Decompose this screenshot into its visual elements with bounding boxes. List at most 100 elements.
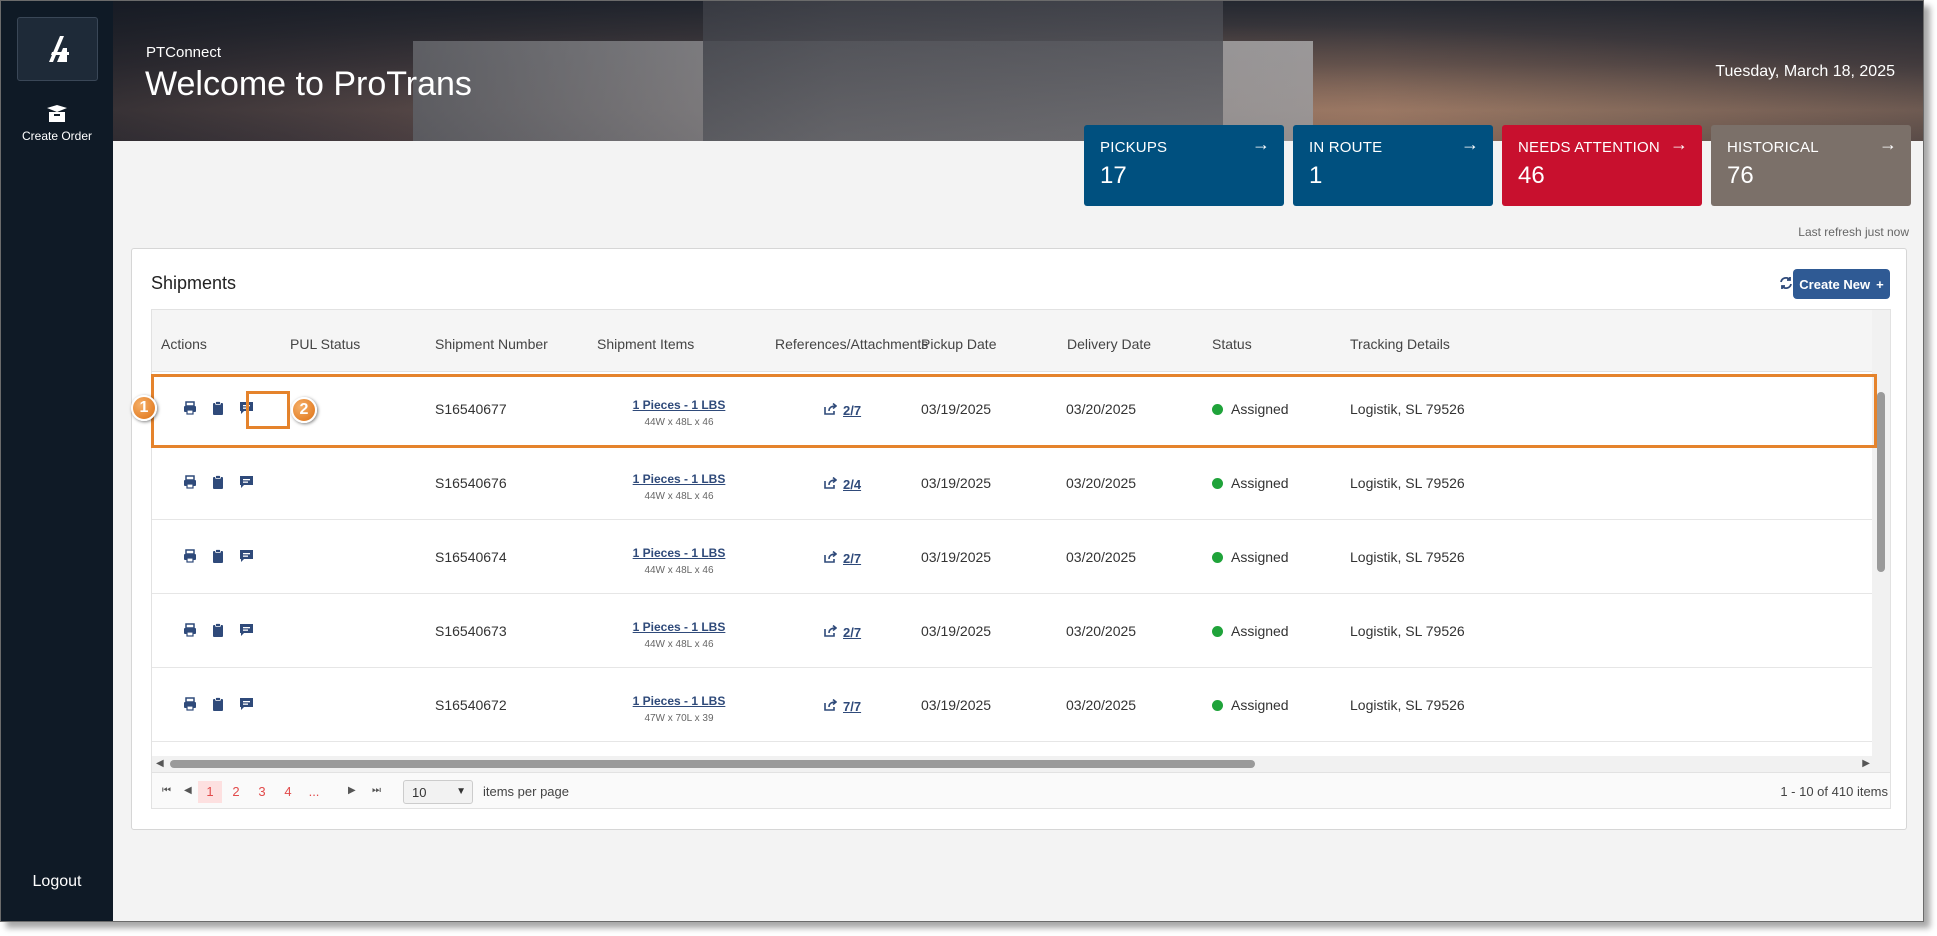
table-row[interactable]: S16540672 1 Pieces - 1 LBS 47W x 70L x 39 7…: [152, 668, 1874, 742]
message-icon[interactable]: [238, 548, 254, 564]
column-header-pul-status[interactable]: PUL Status: [290, 336, 360, 352]
share-icon: [824, 550, 838, 566]
shipments-title: Shipments: [151, 273, 237, 293]
shipment-number: S16540673: [435, 623, 507, 639]
clipboard-icon[interactable]: [210, 400, 226, 416]
clipboard-icon[interactable]: [210, 548, 226, 564]
status-cell: Assigned: [1212, 623, 1289, 639]
shipment-dims: 44W x 48L x 46: [644, 639, 714, 650]
tracking-details: Logistik, SL 79526: [1350, 549, 1465, 565]
status-text: Assigned: [1231, 697, 1289, 713]
app-window: Create Order Logout PTConnect Welcome to…: [0, 0, 1924, 922]
page-more[interactable]: ...: [302, 781, 326, 803]
table-row[interactable]: S16540673 1 Pieces - 1 LBS 44W x 48L x 46 2…: [152, 594, 1874, 668]
print-icon[interactable]: [182, 400, 198, 416]
shipments-grid: Actions PUL Status Shipment Number Shipm…: [151, 309, 1891, 809]
status-tiles: PICKUPS 17 → IN ROUTE 1 → NEEDS ATTENTIO…: [1084, 125, 1911, 206]
message-icon[interactable]: [238, 400, 254, 416]
shipment-items-link[interactable]: 1 Pieces - 1 LBS: [633, 546, 726, 560]
tracking-details: Logistik, SL 79526: [1350, 623, 1465, 639]
status-cell: Assigned: [1212, 401, 1289, 417]
column-header-shipment-number[interactable]: Shipment Number: [435, 336, 548, 352]
pickup-date: 03/19/2025: [921, 401, 992, 417]
pickup-date: 03/19/2025: [921, 623, 992, 639]
shipment-items-link[interactable]: 1 Pieces - 1 LBS: [633, 694, 726, 708]
shipment-items-link[interactable]: 1 Pieces - 1 LBS: [633, 472, 726, 486]
logout-button[interactable]: Logout: [1, 873, 113, 891]
prev-page-icon[interactable]: ◀: [184, 785, 192, 796]
column-header-tracking[interactable]: Tracking Details: [1350, 336, 1450, 352]
protrans-logo-icon[interactable]: [17, 17, 98, 81]
vertical-scrollbar[interactable]: [1872, 310, 1890, 770]
tile-pickups[interactable]: PICKUPS 17 →: [1084, 125, 1284, 206]
status-text: Assigned: [1231, 549, 1289, 565]
references-link[interactable]: 2/7: [824, 550, 861, 566]
shipment-number: S16540676: [435, 475, 507, 491]
message-icon[interactable]: [238, 474, 254, 490]
print-icon[interactable]: [182, 622, 198, 638]
column-header-shipment-items[interactable]: Shipment Items: [597, 336, 694, 352]
page-title: Welcome to ProTrans: [145, 65, 472, 103]
references-link[interactable]: 7/7: [824, 698, 861, 714]
grid-header: Actions PUL Status Shipment Number Shipm…: [152, 310, 1874, 372]
status-cell: Assigned: [1212, 475, 1289, 491]
page-1[interactable]: 1: [198, 781, 222, 803]
shipment-items-link[interactable]: 1 Pieces - 1 LBS: [633, 620, 726, 634]
create-new-button[interactable]: Create New +: [1793, 269, 1890, 299]
app-subtitle: PTConnect: [146, 44, 222, 61]
references-link[interactable]: 2/7: [824, 402, 861, 418]
table-row[interactable]: S16540676 1 Pieces - 1 LBS 44W x 48L x 46 2…: [152, 446, 1874, 520]
callout-2: 2: [291, 397, 317, 423]
shipment-number: S16540677: [435, 401, 507, 417]
status-text: Assigned: [1231, 401, 1289, 417]
status-cell: Assigned: [1212, 549, 1289, 565]
box-icon: [47, 105, 67, 122]
pickup-date: 03/19/2025: [921, 697, 992, 713]
print-icon[interactable]: [182, 548, 198, 564]
shipment-dims: 44W x 48L x 46: [644, 565, 714, 576]
current-date: Tuesday, March 18, 2025: [1715, 63, 1895, 80]
shipment-items-link[interactable]: 1 Pieces - 1 LBS: [633, 398, 726, 412]
last-page-icon[interactable]: ⏭: [372, 785, 381, 796]
clipboard-icon[interactable]: [210, 622, 226, 638]
next-page-icon[interactable]: ▶: [348, 785, 356, 796]
table-row[interactable]: S16540674 1 Pieces - 1 LBS 44W x 48L x 46 2…: [152, 520, 1874, 594]
shipment-number: S16540672: [435, 697, 507, 713]
print-icon[interactable]: [182, 474, 198, 490]
status-dot-icon: [1212, 404, 1223, 415]
tile-historical[interactable]: HISTORICAL 76 →: [1711, 125, 1911, 206]
status-dot-icon: [1212, 700, 1223, 711]
tile-in-route[interactable]: IN ROUTE 1 →: [1293, 125, 1493, 206]
shipment-number: S16540674: [435, 549, 507, 565]
page-size-select[interactable]: 10 ▼: [403, 780, 473, 804]
clipboard-icon[interactable]: [210, 474, 226, 490]
column-header-pickup-date[interactable]: Pickup Date: [921, 336, 996, 352]
status-text: Assigned: [1231, 623, 1289, 639]
shipment-dims: 44W x 48L x 46: [644, 417, 714, 428]
first-page-icon[interactable]: ⏮: [162, 785, 171, 796]
scroll-right-icon[interactable]: ▶: [1862, 758, 1870, 769]
page-3[interactable]: 3: [250, 781, 274, 803]
tile-needs-attention[interactable]: NEEDS ATTENTION 46 →: [1502, 125, 1702, 206]
sidebar-item-create-order[interactable]: Create Order: [1, 105, 113, 143]
page-2[interactable]: 2: [224, 781, 248, 803]
clipboard-icon[interactable]: [210, 696, 226, 712]
references-link[interactable]: 2/4: [824, 476, 861, 492]
horizontal-scrollbar[interactable]: ◀ ▶: [152, 756, 1890, 772]
status-text: Assigned: [1231, 475, 1289, 491]
delivery-date: 03/20/2025: [1066, 623, 1137, 639]
column-header-status[interactable]: Status: [1212, 336, 1252, 352]
column-header-actions[interactable]: Actions: [161, 336, 207, 352]
scroll-left-icon[interactable]: ◀: [156, 758, 164, 769]
message-icon[interactable]: [238, 622, 254, 638]
print-icon[interactable]: [182, 696, 198, 712]
references-link[interactable]: 2/7: [824, 624, 861, 640]
page-4[interactable]: 4: [276, 781, 300, 803]
share-icon: [824, 624, 838, 640]
table-row[interactable]: S16540677 1 Pieces - 1 LBS 44W x 48L x 46 2…: [152, 372, 1874, 446]
shipment-dims: 47W x 70L x 39: [644, 713, 714, 724]
column-header-delivery-date[interactable]: Delivery Date: [1067, 336, 1151, 352]
message-icon[interactable]: [238, 696, 254, 712]
delivery-date: 03/20/2025: [1066, 475, 1137, 491]
column-header-references[interactable]: References/Attachments: [775, 336, 928, 352]
